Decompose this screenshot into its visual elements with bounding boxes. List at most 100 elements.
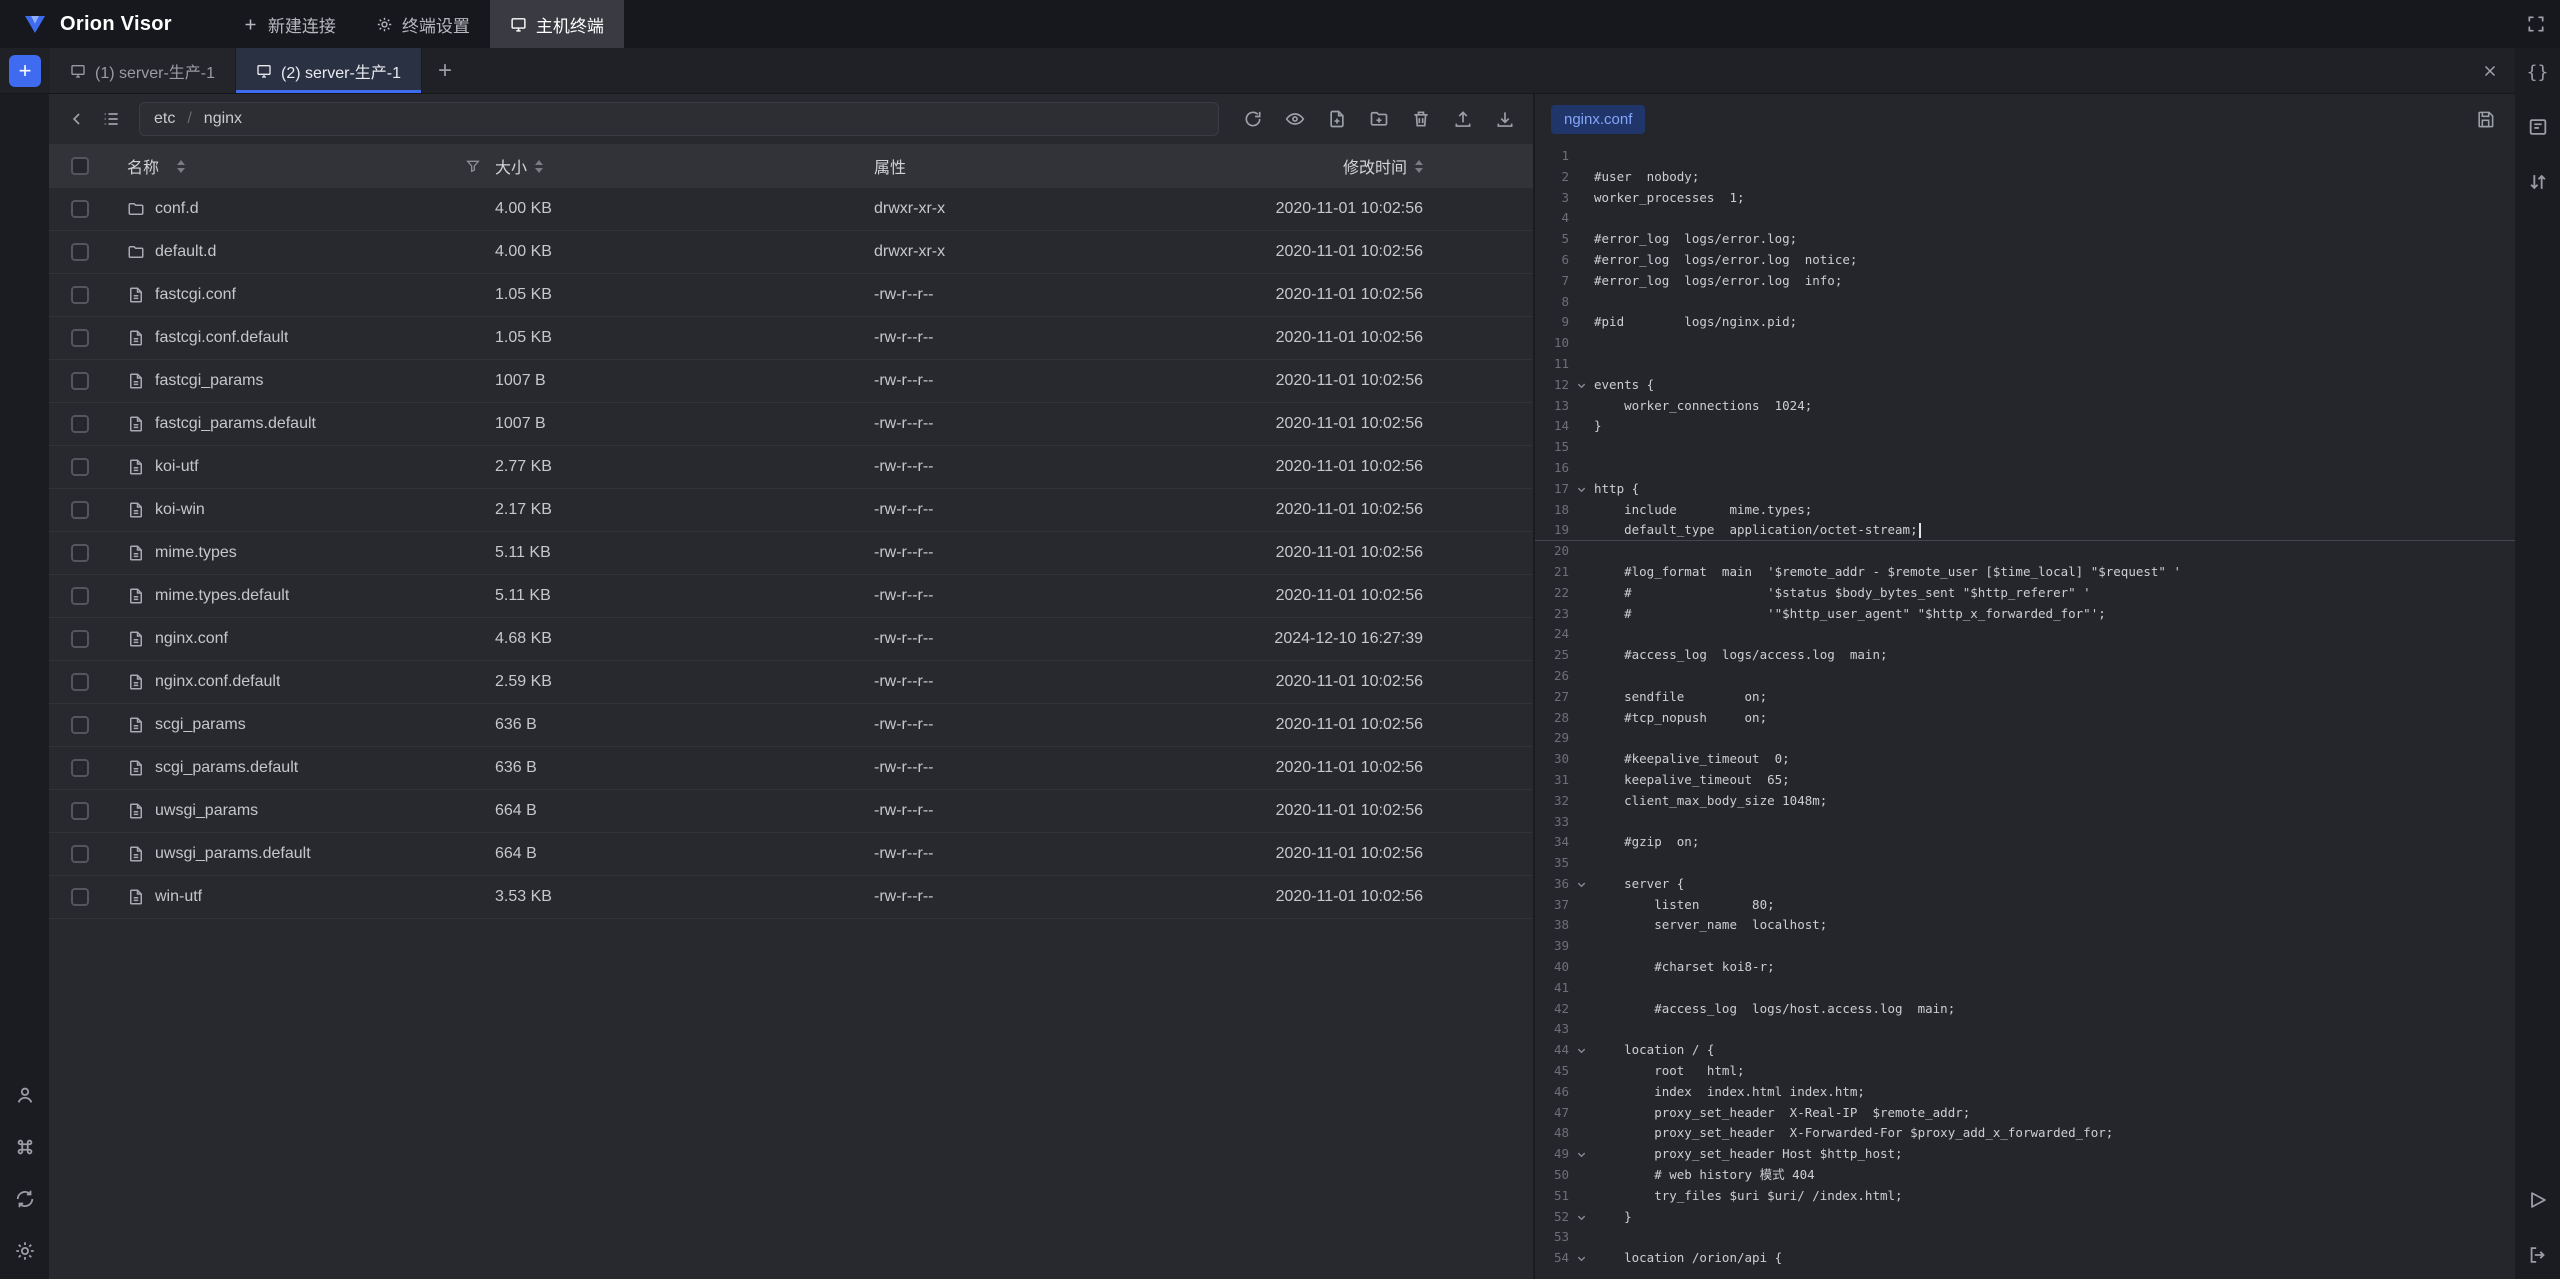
code-line[interactable]: 33 xyxy=(1535,812,2560,833)
refresh-button[interactable] xyxy=(1239,105,1267,133)
fold-chevron-icon[interactable] xyxy=(1569,671,1594,682)
sort-mtime-icon[interactable] xyxy=(1415,160,1423,173)
code-line[interactable]: 19 default_type application/octet-stream… xyxy=(1535,520,2560,541)
fold-chevron-icon[interactable] xyxy=(1569,421,1594,432)
code-line[interactable]: 13 worker_connections 1024; xyxy=(1535,396,2560,417)
fold-chevron-icon[interactable] xyxy=(1569,484,1594,495)
fold-chevron-icon[interactable] xyxy=(1569,359,1594,370)
code-line[interactable]: 1 xyxy=(1535,146,2560,167)
row-checkbox[interactable] xyxy=(71,630,89,648)
table-row[interactable]: nginx.conf.default 2.59 KB -rw-r--r-- 20… xyxy=(49,661,1533,704)
code-line[interactable]: 40 #charset koi8-r; xyxy=(1535,957,2560,978)
fold-chevron-icon[interactable] xyxy=(1569,276,1594,287)
code-line[interactable]: 15 xyxy=(1535,437,2560,458)
file-name[interactable]: nginx.conf.default xyxy=(155,673,280,691)
fold-chevron-icon[interactable] xyxy=(1569,1108,1594,1119)
code-line[interactable]: 46 index index.html index.htm; xyxy=(1535,1082,2560,1103)
fold-chevron-icon[interactable] xyxy=(1569,629,1594,640)
row-checkbox[interactable] xyxy=(71,286,89,304)
code-line[interactable]: 25 #access_log logs/access.log main; xyxy=(1535,645,2560,666)
code-line[interactable]: 48 proxy_set_header X-Forwarded-For $pro… xyxy=(1535,1123,2560,1144)
delete-button[interactable] xyxy=(1407,105,1435,133)
file-name[interactable]: scgi_params xyxy=(155,716,246,734)
row-checkbox[interactable] xyxy=(71,329,89,347)
table-row[interactable]: fastcgi_params.default 1007 B -rw-r--r--… xyxy=(49,403,1533,446)
table-row[interactable]: koi-utf 2.77 KB -rw-r--r-- 2020-11-01 10… xyxy=(49,446,1533,489)
fold-chevron-icon[interactable] xyxy=(1569,546,1594,557)
code-line[interactable]: 54 location /orion/api { xyxy=(1535,1248,2560,1269)
code-line[interactable]: 29 xyxy=(1535,728,2560,749)
fullscreen-button[interactable] xyxy=(2512,0,2560,48)
file-name[interactable]: fastcgi.conf.default xyxy=(155,329,288,347)
fold-chevron-icon[interactable] xyxy=(1569,525,1594,536)
row-checkbox[interactable] xyxy=(71,845,89,863)
fold-chevron-icon[interactable] xyxy=(1569,255,1594,266)
nav-terminal-settings[interactable]: 终端设置 xyxy=(356,0,490,48)
code-line[interactable]: 51 try_files $uri $uri/ /index.html; xyxy=(1535,1186,2560,1207)
fold-chevron-icon[interactable] xyxy=(1569,1191,1594,1202)
code-line[interactable]: 32 client_max_body_size 1048m; xyxy=(1535,791,2560,812)
table-row[interactable]: scgi_params.default 636 B -rw-r--r-- 202… xyxy=(49,747,1533,790)
code-line[interactable]: 10 xyxy=(1535,333,2560,354)
fold-chevron-icon[interactable] xyxy=(1569,712,1594,723)
fold-chevron-icon[interactable] xyxy=(1569,650,1594,661)
fold-chevron-icon[interactable] xyxy=(1569,796,1594,807)
file-name[interactable]: fastcgi.conf xyxy=(155,286,236,304)
code-line[interactable]: 22 # '$status $body_bytes_sent "$http_re… xyxy=(1535,583,2560,604)
row-checkbox[interactable] xyxy=(71,673,89,691)
code-line[interactable]: 5 #error_log logs/error.log; xyxy=(1535,229,2560,250)
fold-chevron-icon[interactable] xyxy=(1569,1253,1594,1264)
column-header-mtime[interactable]: 修改时间 xyxy=(1343,154,1407,178)
file-name[interactable]: mime.types.default xyxy=(155,587,289,605)
fold-chevron-icon[interactable] xyxy=(1569,588,1594,599)
add-tab-button[interactable]: + xyxy=(422,48,468,93)
fold-chevron-icon[interactable] xyxy=(1569,816,1594,827)
code-line[interactable]: 7 #error_log logs/error.log info; xyxy=(1535,271,2560,292)
fold-chevron-icon[interactable] xyxy=(1569,380,1594,391)
fold-chevron-icon[interactable] xyxy=(1569,775,1594,786)
code-area[interactable]: 1 2 #user nobody; 3 worker_processes 1; … xyxy=(1535,144,2560,1279)
table-row[interactable]: uwsgi_params.default 664 B -rw-r--r-- 20… xyxy=(49,833,1533,876)
code-line[interactable]: 24 xyxy=(1535,624,2560,645)
transfer-list-button[interactable] xyxy=(2523,167,2553,197)
filter-funnel-icon[interactable] xyxy=(465,158,481,174)
fold-chevron-icon[interactable] xyxy=(1569,858,1594,869)
select-all-checkbox[interactable] xyxy=(71,157,89,175)
file-name[interactable]: uwsgi_params xyxy=(155,802,258,820)
fold-chevron-icon[interactable] xyxy=(1569,900,1594,911)
sync-button[interactable] xyxy=(10,1184,40,1214)
code-line[interactable]: 36 server { xyxy=(1535,874,2560,895)
row-checkbox[interactable] xyxy=(71,501,89,519)
table-row[interactable]: fastcgi.conf 1.05 KB -rw-r--r-- 2020-11-… xyxy=(49,274,1533,317)
code-line[interactable]: 12 events { xyxy=(1535,375,2560,396)
breadcrumb-item-nginx[interactable]: nginx xyxy=(204,110,242,128)
code-line[interactable]: 14 } xyxy=(1535,416,2560,437)
upload-button[interactable] xyxy=(1449,105,1477,133)
fold-chevron-icon[interactable] xyxy=(1569,1170,1594,1181)
table-row[interactable]: scgi_params 636 B -rw-r--r-- 2020-11-01 … xyxy=(49,704,1533,747)
nav-new-connection[interactable]: 新建连接 xyxy=(222,0,356,48)
fold-chevron-icon[interactable] xyxy=(1569,172,1594,183)
table-row[interactable]: fastcgi_params 1007 B -rw-r--r-- 2020-11… xyxy=(49,360,1533,403)
code-line[interactable]: 6 #error_log logs/error.log notice; xyxy=(1535,250,2560,271)
fold-chevron-icon[interactable] xyxy=(1569,920,1594,931)
save-button[interactable] xyxy=(2472,106,2499,133)
table-row[interactable]: conf.d 4.00 KB drwxr-xr-x 2020-11-01 10:… xyxy=(49,188,1533,231)
code-line[interactable]: 35 xyxy=(1535,853,2560,874)
code-line[interactable]: 20 xyxy=(1535,541,2560,562)
file-name[interactable]: mime.types xyxy=(155,544,237,562)
code-line[interactable]: 17 http { xyxy=(1535,479,2560,500)
breadcrumb-item-etc[interactable]: etc xyxy=(154,110,175,128)
code-line[interactable]: 30 #keepalive_timeout 0; xyxy=(1535,749,2560,770)
file-name[interactable]: fastcgi_params.default xyxy=(155,415,316,433)
code-line[interactable]: 21 #log_format main '$remote_addr - $rem… xyxy=(1535,562,2560,583)
fold-chevron-icon[interactable] xyxy=(1569,754,1594,765)
code-line[interactable]: 31 keepalive_timeout 65; xyxy=(1535,770,2560,791)
table-row[interactable]: mime.types 5.11 KB -rw-r--r-- 2020-11-01… xyxy=(49,532,1533,575)
sort-name-icon[interactable] xyxy=(177,160,185,173)
fold-chevron-icon[interactable] xyxy=(1569,837,1594,848)
fold-chevron-icon[interactable] xyxy=(1569,1087,1594,1098)
code-line[interactable]: 23 # '"$http_user_agent" "$http_x_forwar… xyxy=(1535,604,2560,625)
code-line[interactable]: 27 sendfile on; xyxy=(1535,687,2560,708)
code-line[interactable]: 2 #user nobody; xyxy=(1535,167,2560,188)
